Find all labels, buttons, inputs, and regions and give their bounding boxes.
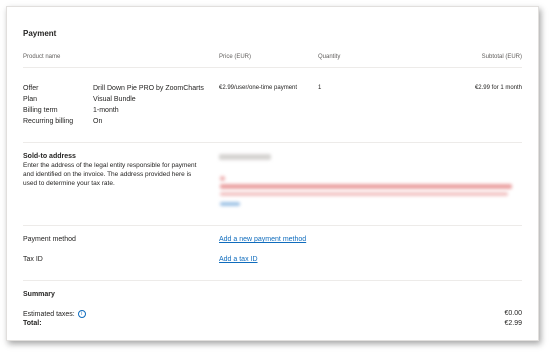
- subtotal-value: €2.99 for 1 month: [474, 85, 522, 91]
- address-divider: [23, 225, 522, 226]
- detail-value-recurring-billing: On: [93, 118, 103, 125]
- sold-to-title: Sold-to address: [23, 153, 76, 160]
- header-subtotal: Subtotal (EUR): [481, 54, 522, 60]
- detail-label-recurring-billing: Recurring billing: [23, 118, 74, 125]
- detail-label-plan: Plan: [23, 96, 38, 103]
- details-divider: [23, 142, 522, 143]
- header-product-name: Product name: [23, 54, 61, 60]
- sold-to-description: Enter the address of the legal entity re…: [23, 162, 197, 187]
- add-tax-id-link[interactable]: Add a tax ID: [219, 256, 258, 263]
- payment-card: Payment Product name Price (EUR) Quantit…: [6, 6, 539, 341]
- redacted-address-line: [220, 184, 512, 189]
- payment-method-label: Payment method: [23, 236, 76, 243]
- total-label: Total:: [23, 320, 42, 327]
- detail-value-billing-term: 1-month: [93, 107, 119, 114]
- detail-value-plan: Visual Bundle: [93, 96, 136, 103]
- estimated-taxes-value: €0.00: [504, 310, 522, 317]
- detail-label-offer: Offer: [23, 85, 39, 92]
- tax-divider: [23, 280, 522, 281]
- estimated-taxes-label: Estimated taxes:: [23, 310, 75, 318]
- redacted-address-line: [220, 176, 225, 181]
- price-value: €2.99/user/one-time payment: [219, 85, 298, 91]
- tax-id-label: Tax ID: [23, 256, 43, 263]
- info-icon[interactable]: i: [77, 310, 86, 318]
- quantity-value: 1: [318, 85, 322, 91]
- redacted-address-line: [220, 192, 508, 196]
- payment-title: Payment: [23, 29, 57, 38]
- summary-title: Summary: [23, 291, 55, 298]
- total-value: €2.99: [504, 320, 522, 327]
- add-payment-method-link[interactable]: Add a new payment method: [219, 236, 306, 243]
- detail-value-offer: Drill Down Pie PRO by ZoomCharts: [93, 85, 204, 92]
- redacted-address-line: [219, 154, 271, 160]
- header-price: Price (EUR): [219, 54, 252, 60]
- header-divider: [23, 67, 522, 68]
- header-quantity: Quantity: [318, 54, 341, 60]
- estimated-taxes-row: Estimated taxes: i: [23, 310, 86, 318]
- detail-label-billing-term: Billing term: [23, 107, 58, 114]
- redacted-address-link: [220, 202, 240, 206]
